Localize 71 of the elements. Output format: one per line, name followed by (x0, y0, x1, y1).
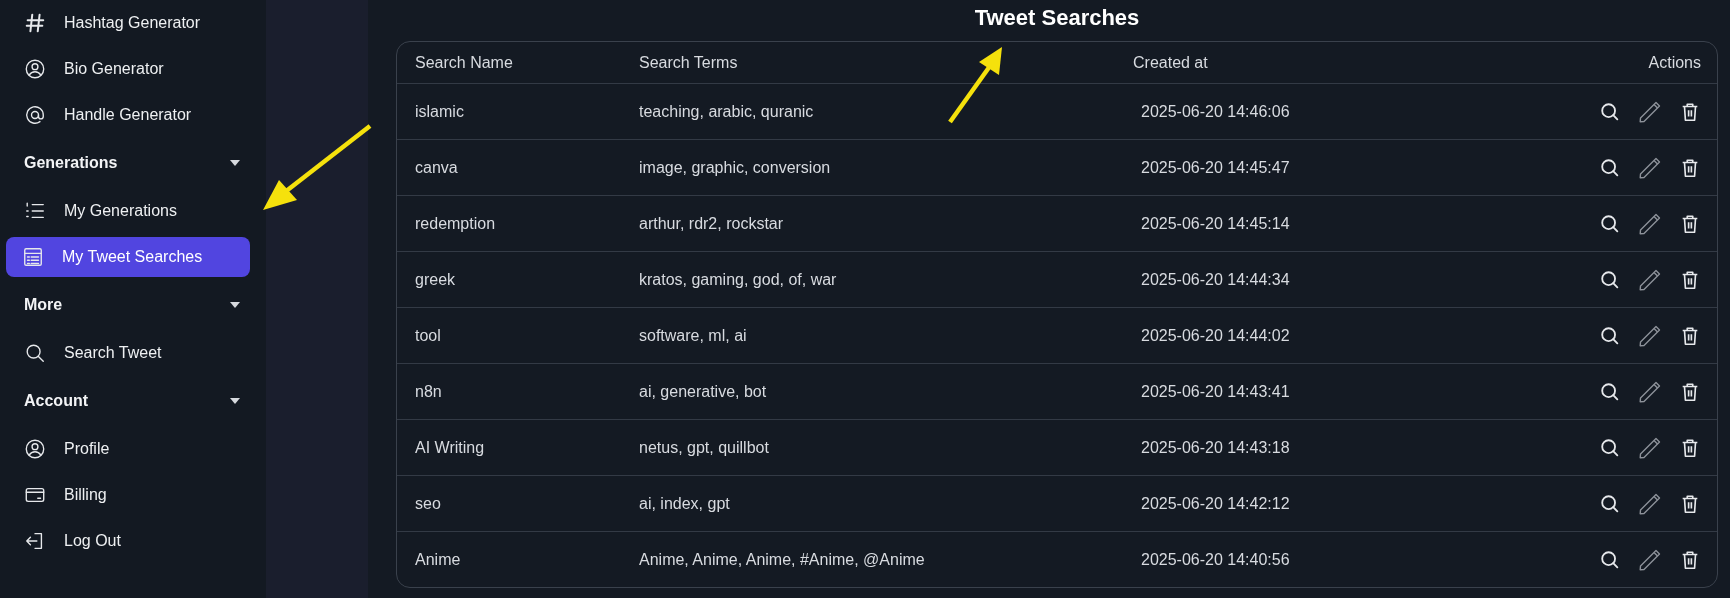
column-header: Created at (1132, 53, 1209, 72)
search-icon[interactable] (1599, 156, 1621, 179)
table-cell-text: 2025-06-20 14:43:41 (1140, 382, 1291, 401)
table-cell-text: 2025-06-20 14:46:06 (1140, 102, 1291, 121)
table-cell-text: ai, generative, bot (638, 382, 768, 401)
table-cell-text: tool (414, 326, 442, 345)
column-header: Search Name (414, 53, 514, 72)
section-heading: Account (24, 392, 88, 410)
table-cell-text: Anime, Anime, Anime, #Anime, @Anime (638, 550, 926, 569)
table-cell-text: ai, index, gpt (638, 494, 731, 513)
table-cell-text: n8n (414, 382, 443, 401)
search-icon[interactable] (1599, 380, 1621, 403)
search-icon[interactable] (1599, 100, 1621, 123)
pencil-icon[interactable] (1638, 491, 1662, 516)
table-icon (22, 246, 44, 268)
table-cell-text: redemption (414, 214, 497, 233)
table-cell-text: arthur, rdr2, rockstar (638, 214, 785, 233)
pencil-icon[interactable] (1638, 547, 1662, 572)
sidebar-item[interactable]: Search Tweet (6, 331, 250, 375)
table-cell-text: 2025-06-20 14:44:02 (1140, 326, 1291, 345)
at-sign-icon (24, 104, 46, 126)
search-icon[interactable] (1599, 436, 1621, 459)
table-cell-text: 2025-06-20 14:45:47 (1140, 158, 1291, 177)
search-icon[interactable] (1599, 548, 1621, 571)
table-cell-text: teaching, arabic, quranic (638, 102, 815, 121)
section-heading: More (24, 296, 63, 314)
caret-icon[interactable] (230, 302, 240, 308)
user-icon (24, 58, 46, 80)
table-cell-text: software, ml, ai (638, 326, 748, 345)
table-cell-text: greek (414, 270, 457, 289)
sidebar-item[interactable]: Bio Generator (6, 47, 250, 91)
table-cell-text: netus, gpt, quillbot (638, 438, 770, 457)
table-cell-text: 2025-06-20 14:42:12 (1140, 494, 1291, 513)
table-cell-text: 2025-06-20 14:44:34 (1140, 270, 1291, 289)
table-cell-text: kratos, gaming, god, of, war (638, 270, 838, 289)
sidebar-item[interactable]: My Tweet Searches (6, 237, 250, 277)
table-cell-text: AI Writing (414, 438, 486, 457)
pencil-icon[interactable] (1638, 155, 1662, 180)
table-cell-text: islamic (414, 102, 465, 121)
column-header: Actions (1647, 53, 1702, 72)
table-cell-text: Anime (414, 550, 462, 569)
page-title: Tweet Searches (973, 4, 1141, 31)
caret-icon[interactable] (230, 398, 240, 404)
table-cell-text: canva (414, 158, 459, 177)
pencil-icon[interactable] (1638, 267, 1662, 292)
table-cell-text: 2025-06-20 14:45:14 (1140, 214, 1291, 233)
table-cell-text: 2025-06-20 14:40:56 (1140, 550, 1291, 569)
search-icon[interactable] (1599, 212, 1621, 235)
hash-icon (24, 12, 46, 34)
pencil-icon[interactable] (1638, 379, 1662, 404)
table-cell-text: 2025-06-20 14:43:18 (1140, 438, 1291, 457)
pencil-icon[interactable] (1638, 435, 1662, 460)
sidebar-item[interactable]: Profile (6, 427, 250, 471)
pencil-icon[interactable] (1638, 323, 1662, 348)
sidebar-item[interactable]: Billing (6, 473, 250, 517)
sidebar-item[interactable]: My Generations (6, 189, 250, 233)
pencil-icon[interactable] (1638, 211, 1662, 236)
user-icon (24, 438, 46, 460)
pencil-icon[interactable] (1638, 99, 1662, 124)
column-header: Search Terms (638, 53, 739, 72)
search-icon[interactable] (1599, 492, 1621, 515)
sidebar-item[interactable]: Handle Generator (6, 93, 250, 137)
search-icon[interactable] (1599, 324, 1621, 347)
table-cell-text: image, graphic, conversion (638, 158, 832, 177)
search-icon[interactable] (1599, 268, 1621, 291)
sidebar-item[interactable]: Log Out (6, 519, 250, 563)
section-heading: Generations (24, 154, 118, 172)
table-cell-text: seo (414, 494, 442, 513)
search-icon (24, 342, 46, 364)
caret-icon[interactable] (230, 160, 240, 166)
sidebar-item[interactable]: Hashtag Generator (6, 1, 250, 45)
